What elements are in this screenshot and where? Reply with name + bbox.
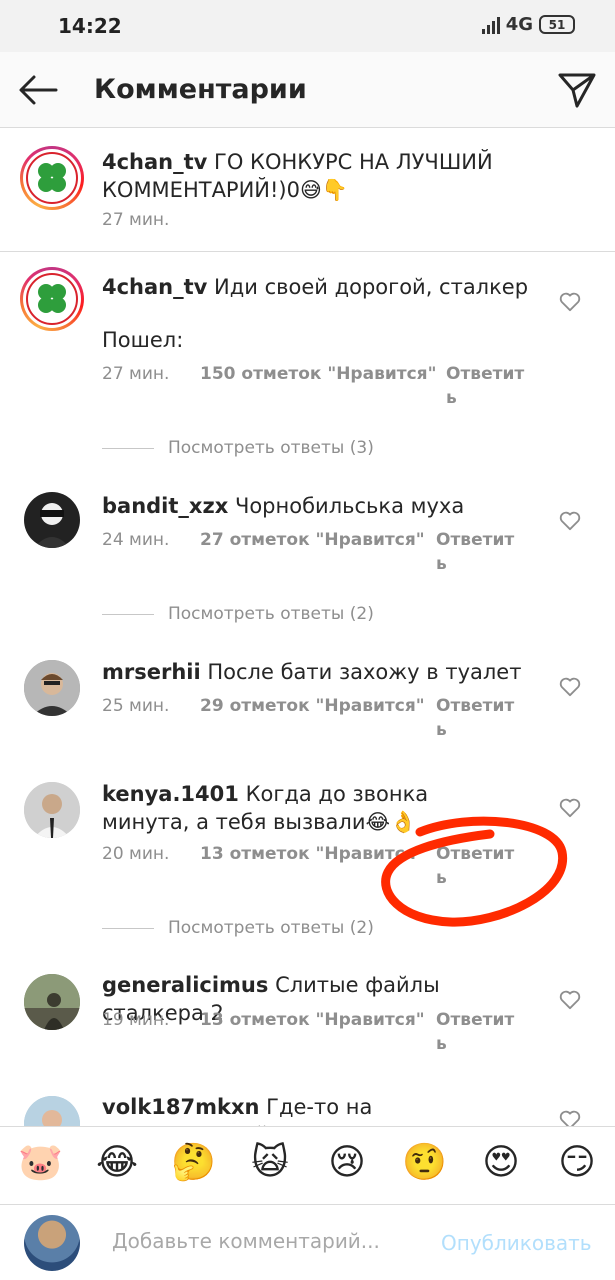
- username[interactable]: 4chan_tv: [102, 150, 207, 174]
- likes-count[interactable]: 29 отметок "Нравится": [200, 696, 425, 716]
- avatar[interactable]: [20, 146, 84, 210]
- avatar[interactable]: [20, 267, 84, 331]
- emoji-laugh-button[interactable]: 😂: [95, 1141, 139, 1185]
- emoji-smirk-button[interactable]: 😏: [555, 1141, 599, 1185]
- clover-icon: [38, 284, 66, 313]
- avatar-picture: [24, 782, 80, 838]
- avatar-picture: [24, 660, 80, 716]
- heart-icon[interactable]: [559, 990, 581, 1010]
- comment-composer: Опубликовать: [0, 1204, 615, 1280]
- username[interactable]: volk187mkxn: [102, 1095, 259, 1119]
- comment-text: mrserhii После бати захожу в туалет: [102, 658, 532, 686]
- reply-button[interactable]: Ответить: [436, 528, 516, 576]
- heart-icon[interactable]: [559, 511, 581, 531]
- likes-count[interactable]: 13 отметок "Нравится": [200, 844, 425, 864]
- view-replies-button[interactable]: Посмотреть ответы (3): [102, 438, 374, 458]
- battery-icon: 51: [539, 15, 575, 34]
- network-type: 4G: [505, 14, 533, 35]
- status-bar: 14:22 4G 51: [0, 0, 615, 52]
- username[interactable]: 4chan_tv: [102, 275, 207, 299]
- avatar[interactable]: [24, 782, 80, 838]
- timestamp: 27 мин.: [102, 210, 170, 230]
- reply-button[interactable]: Ответить: [436, 842, 516, 890]
- heart-icon[interactable]: [559, 798, 581, 818]
- timestamp: 19 мин.: [102, 1010, 170, 1030]
- emoji-raised-eyebrow-button[interactable]: 🤨: [402, 1141, 447, 1185]
- likes-count[interactable]: 27 отметок "Нравится": [200, 530, 425, 550]
- view-replies-button[interactable]: Посмотреть ответы (2): [102, 604, 374, 624]
- avatar[interactable]: [24, 974, 80, 1030]
- avatar[interactable]: [24, 660, 80, 716]
- comment-body: Иди своей дорогой, сталкер: [214, 275, 529, 299]
- emoji-cry-button[interactable]: 😢: [325, 1141, 369, 1185]
- status-time: 14:22: [58, 14, 122, 38]
- emoji-quick-bar: 🐷 😂 🤔 🙀 😢 🤨 😍 😏: [0, 1126, 615, 1204]
- comment-text: bandit_xzx Чорнобильська муха: [102, 492, 532, 520]
- comment-text: 4chan_tv Иди своей дорогой, сталкер: [102, 273, 532, 301]
- heart-icon[interactable]: [559, 677, 581, 697]
- publish-button[interactable]: Опубликовать: [441, 1231, 592, 1255]
- comment-body: После бати захожу в туалет: [207, 660, 522, 684]
- reply-button[interactable]: Ответить: [446, 362, 526, 410]
- reply-button[interactable]: Ответить: [436, 694, 516, 742]
- avatar-picture: [24, 974, 80, 1030]
- comment-body: Чорнобильська муха: [234, 494, 465, 518]
- post-caption: 4chan_tv ГО КОНКУРС НА ЛУЧШИЙ КОММЕНТАРИ…: [0, 128, 615, 252]
- likes-count[interactable]: 13 отметок "Нравится": [200, 1010, 425, 1030]
- header: Комментарии: [0, 52, 615, 128]
- likes-count[interactable]: 150 отметок "Нравится": [200, 364, 436, 384]
- timestamp: 25 мин.: [102, 696, 170, 716]
- page-title: Комментарии: [94, 74, 307, 105]
- comment-text: kenya.1401 Когда до звонка минута, а теб…: [102, 780, 522, 836]
- emoji-pig-button[interactable]: 🐷: [18, 1141, 63, 1185]
- emoji-heart-eyes-button[interactable]: 😍: [479, 1141, 523, 1185]
- comment-extra: Пошел:: [102, 328, 184, 352]
- emoji-scream-cat-button[interactable]: 🙀: [248, 1141, 292, 1185]
- current-user-avatar: [24, 1215, 80, 1271]
- username[interactable]: mrserhii: [102, 660, 201, 684]
- avatar[interactable]: [24, 492, 80, 548]
- heart-icon[interactable]: [559, 292, 581, 312]
- paper-plane-icon[interactable]: [557, 70, 597, 110]
- status-indicators: 4G 51: [481, 14, 575, 35]
- timestamp: 24 мин.: [102, 530, 170, 550]
- username[interactable]: bandit_xzx: [102, 494, 228, 518]
- signal-icon: [481, 16, 500, 34]
- timestamp: 27 мин.: [102, 364, 170, 384]
- username[interactable]: kenya.1401: [102, 782, 239, 806]
- view-replies-button[interactable]: Посмотреть ответы (2): [102, 918, 374, 938]
- emoji-thinking-button[interactable]: 🤔: [171, 1141, 216, 1185]
- caption-text: 4chan_tv ГО КОНКУРС НА ЛУЧШИЙ КОММЕНТАРИ…: [102, 148, 522, 204]
- timestamp: 20 мин.: [102, 844, 170, 864]
- avatar-picture: [34, 503, 70, 548]
- reply-button[interactable]: Ответить: [436, 1008, 516, 1056]
- arrow-left-icon[interactable]: [18, 72, 58, 108]
- comment-input[interactable]: [112, 1229, 412, 1253]
- clover-icon: [38, 163, 66, 192]
- username[interactable]: generalicimus: [102, 973, 268, 997]
